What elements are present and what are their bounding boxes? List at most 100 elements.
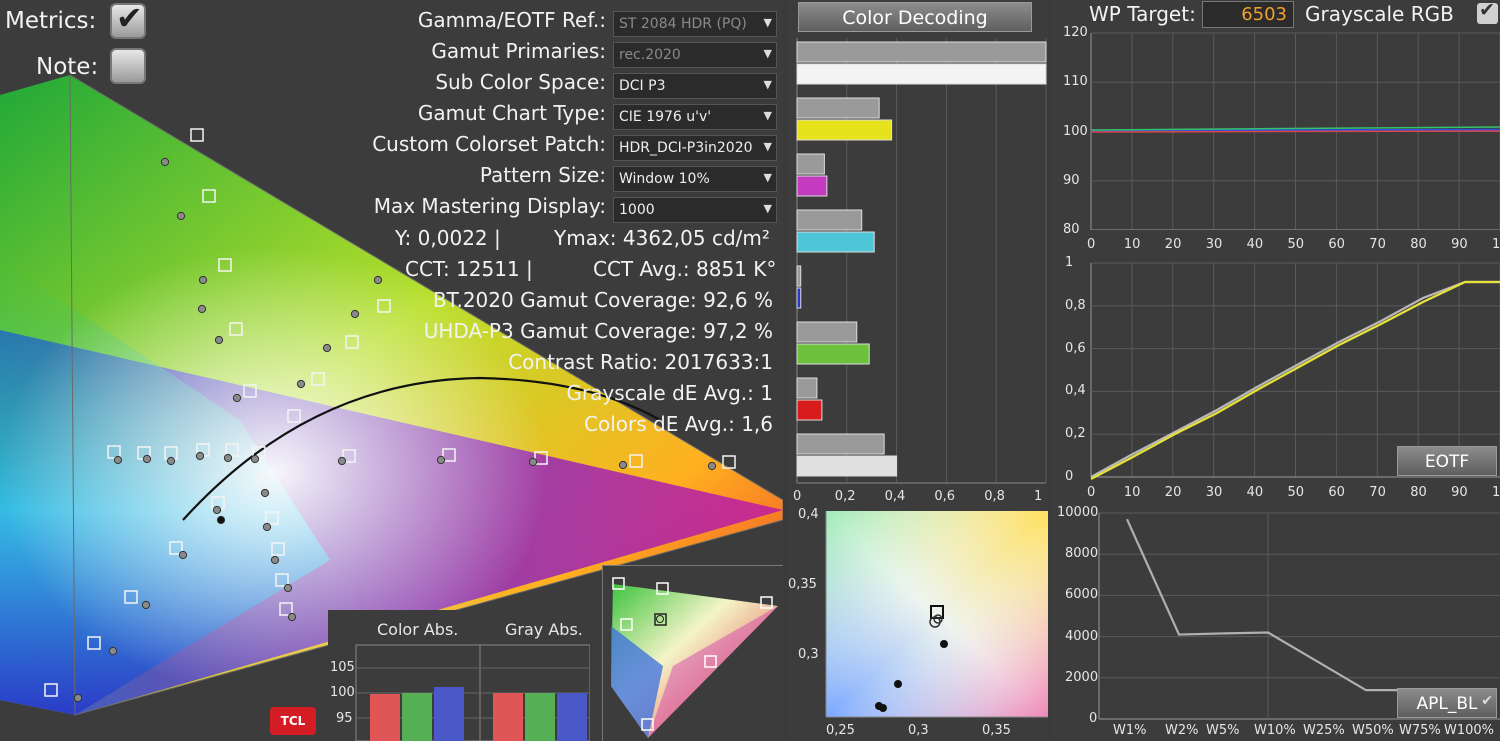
measured-point	[250, 454, 260, 464]
chevron-down-icon: ▼	[763, 171, 772, 184]
rgb-x-tick: 40	[1246, 237, 1264, 252]
reference-bar	[796, 41, 1047, 63]
checkmark-icon: ✔	[116, 0, 143, 37]
wp-y-tick: 0,35	[788, 577, 817, 592]
setting-label: Max Mastering Display:	[373, 194, 606, 218]
metrics-label: Metrics:	[5, 8, 97, 34]
setting-value: ST 2084 HDR (PQ)	[619, 16, 747, 32]
setting-label: Sub Color Space:	[435, 70, 606, 94]
apl-x-tick: W1%	[1113, 723, 1147, 738]
checkmark-icon: ✔	[1481, 693, 1493, 709]
setting-value: CIE 1976 u'v'	[619, 109, 712, 125]
eotf-x-tick: 40	[1246, 485, 1264, 500]
setting-dropdown[interactable]: Window 10% ▼	[613, 166, 777, 192]
rgb-y-tick: 110	[1063, 74, 1088, 90]
measured-point	[141, 600, 151, 610]
measured-point	[270, 555, 280, 565]
ymax-value: Ymax: 4362,05 cd/m²	[554, 226, 770, 250]
measured-point	[283, 583, 293, 593]
eotf-y-tick: 0,2	[1065, 426, 1086, 442]
measured-point	[618, 460, 628, 470]
measured-point	[287, 612, 297, 622]
setting-dropdown[interactable]: ST 2084 HDR (PQ) ▼	[613, 11, 777, 37]
apl-y-tick: 0	[1089, 711, 1098, 726]
measured-point	[73, 693, 83, 703]
cd-x-tick: 0,2	[834, 489, 856, 504]
setting-dropdown[interactable]: 1000 ▼	[613, 197, 777, 223]
setting-label: Gamut Chart Type:	[417, 101, 606, 125]
measured-bar	[796, 231, 875, 253]
color-decoding-chart	[796, 38, 1047, 484]
chevron-down-icon: ▼	[763, 140, 772, 153]
setting-dropdown[interactable]: CIE 1976 u'v' ▼	[613, 104, 777, 130]
setting-value: HDR_DCI-P3in2020	[619, 140, 753, 156]
setting-dropdown[interactable]: DCI P3 ▼	[613, 73, 777, 99]
apl-bl-button[interactable]: APL_BL ✔	[1397, 688, 1497, 718]
measured-point	[214, 335, 224, 345]
apl-y-tick: 10000	[1057, 505, 1099, 520]
eotf-y-tick: 0,8	[1065, 297, 1086, 313]
cd-x-tick: 1	[1034, 489, 1043, 504]
gray-abs-bar-green	[525, 693, 555, 741]
apl-x-tick: W2%	[1165, 723, 1199, 738]
gamut-panel: Metrics: ✔ Note: Gamma/EOTF Ref.: ST 2084…	[0, 0, 783, 741]
measured-point	[296, 379, 306, 389]
target-marker	[190, 128, 204, 142]
measured-bar	[796, 399, 823, 421]
eotf-x-tick: 80	[1410, 485, 1427, 500]
note-checkbox[interactable]	[110, 48, 146, 84]
apl-x-tick: W50%	[1352, 723, 1394, 738]
eotf-button[interactable]: EOTF	[1397, 446, 1497, 476]
measured-point	[350, 309, 360, 319]
setting-label: Gamma/EOTF Ref.:	[417, 8, 606, 32]
eotf-x-tick: 20	[1164, 485, 1182, 500]
chevron-down-icon: ▼	[763, 47, 772, 60]
rgb-x-tick: 90	[1451, 237, 1468, 252]
apl-y-tick: 8000	[1065, 546, 1099, 562]
eotf-x-tick: 10	[1123, 485, 1141, 500]
measured-point	[113, 455, 123, 465]
gray-abs-bar-red	[493, 693, 523, 741]
measured-point	[216, 515, 226, 525]
measured-point	[232, 393, 242, 403]
rgb-x-tick: 100	[1492, 237, 1500, 252]
rgb-x-tick: 20	[1164, 237, 1182, 252]
cct-avg-value: CCT Avg.: 8851 K°	[593, 257, 777, 281]
rgb-x-tick: 10	[1123, 237, 1141, 252]
setting-label: Custom Colorset Patch:	[372, 132, 606, 156]
chevron-down-icon: ▼	[763, 16, 772, 29]
metrics-checkbox[interactable]: ✔	[110, 0, 146, 39]
cct-value: CCT: 12511 |	[405, 257, 533, 281]
rgb-x-tick: 60	[1328, 237, 1345, 252]
mini-gamut-chart	[602, 565, 783, 741]
eotf-y-tick: 1	[1065, 255, 1074, 270]
setting-dropdown[interactable]: HDR_DCI-P3in2020 ▼	[613, 135, 777, 161]
measured-point	[373, 275, 383, 285]
measured-point	[160, 157, 170, 167]
chevron-down-icon: ▼	[763, 78, 772, 91]
apl-bl-label: APL_BL	[1416, 694, 1478, 714]
measured-bar	[796, 119, 893, 141]
note-label: Note:	[36, 54, 99, 80]
measured-bar	[796, 455, 898, 477]
eotf-x-tick: 30	[1205, 485, 1223, 500]
setting-dropdown[interactable]: rec.2020 ▼	[613, 42, 777, 68]
eotf-x-tick: 50	[1287, 485, 1305, 500]
reference-bar	[796, 377, 818, 399]
rgb-y-tick: 80	[1063, 222, 1080, 237]
measured-point	[707, 461, 717, 471]
cd-x-tick: 0,8	[984, 489, 1005, 504]
apl-x-tick: W10%	[1254, 723, 1296, 738]
eotf-y-tick: 0,4	[1065, 383, 1086, 399]
setting-label: Pattern Size:	[479, 163, 606, 187]
measured-bar	[796, 175, 828, 197]
wp-x-tick: 0,3	[908, 723, 929, 738]
wp-y-tick: 0,3	[798, 647, 819, 662]
chevron-down-icon: ▼	[763, 109, 772, 122]
eotf-x-tick: 100	[1492, 485, 1500, 500]
eotf-x-tick: 70	[1369, 485, 1386, 500]
measured-bar	[796, 63, 1047, 85]
reference-bar	[796, 209, 863, 231]
measured-point	[142, 454, 152, 464]
measured-point	[166, 456, 176, 466]
